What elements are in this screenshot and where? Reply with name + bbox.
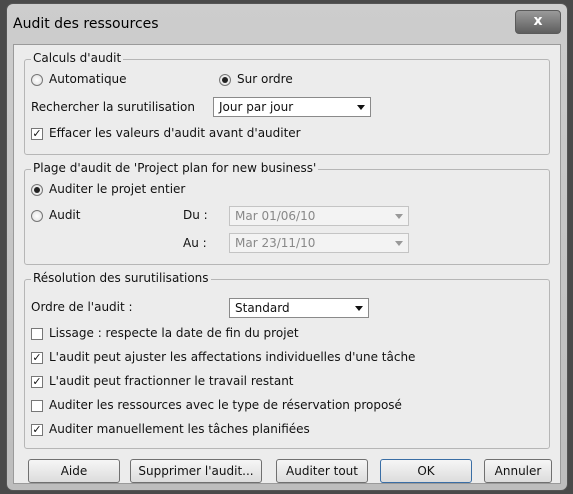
audit-dialog: Audit des ressources x Calculs d'audit A… [6,3,568,491]
radio-automatique-label: Automatique [49,72,127,86]
option-label: L'audit peut fractionner le travail rest… [49,374,294,388]
close-button[interactable]: x [515,10,561,34]
checkbox-fractionner[interactable]: ✓ [31,376,43,388]
checkbox-effacer[interactable]: ✓ [31,128,43,140]
aide-button[interactable]: Aide [28,459,120,483]
radio-projet-entier[interactable] [31,184,43,196]
chevron-down-icon [355,306,363,311]
title-bar[interactable]: Audit des ressources x [7,4,567,48]
annuler-button[interactable]: Annuler [484,459,552,483]
ordre-label: Ordre de l'audit : [31,300,133,314]
group-plage-legend: Plage d'audit de 'Project plan for new b… [31,161,319,175]
du-value: Mar 01/06/10 [235,209,316,223]
group-calculs-legend: Calculs d'audit [31,51,124,65]
radio-audit-range[interactable] [31,210,43,222]
option-label: Auditer manuellement les tâches planifié… [49,422,310,436]
checkbox-taches-manuelles[interactable]: ✓ [31,424,43,436]
du-date-picker[interactable]: Mar 01/06/10 [229,206,409,226]
du-label: Du : [183,208,208,222]
close-icon: x [533,13,543,29]
chevron-down-icon [395,214,403,219]
group-resolution: Résolution des surutilisations Ordre de … [24,271,550,449]
group-resolution-legend: Résolution des surutilisations [31,271,211,285]
rechercher-select[interactable]: Jour par jour [213,97,371,117]
ok-button[interactable]: OK [380,459,472,483]
checkbox-ajuster[interactable]: ✓ [31,352,43,364]
ordre-select[interactable]: Standard [229,298,369,318]
dialog-title: Audit des ressources [13,16,159,32]
option-label: Auditer les ressources avec le type de r… [49,398,402,412]
radio-sur-ordre-label: Sur ordre [237,72,293,86]
checkbox-effacer-label: Effacer les valeurs d'audit avant d'audi… [49,126,301,140]
radio-automatique[interactable] [31,74,43,86]
chevron-down-icon [357,105,365,110]
group-calculs: Calculs d'audit Automatique Sur ordre Re… [24,51,550,155]
au-label: Au : [183,236,207,250]
au-date-picker[interactable]: Mar 23/11/10 [229,233,409,253]
dialog-client: Calculs d'audit Automatique Sur ordre Re… [13,44,561,484]
supprimer-audit-button[interactable]: Supprimer l'audit... [130,459,262,483]
au-value: Mar 23/11/10 [235,236,316,250]
rechercher-label: Rechercher la surutilisation [31,100,195,114]
checkbox-reservation-propose[interactable] [31,400,43,412]
option-label: L'audit peut ajuster les affectations in… [49,350,416,364]
ordre-value: Standard [235,301,290,315]
radio-projet-entier-label: Auditer le projet entier [49,182,186,196]
radio-sur-ordre[interactable] [219,74,231,86]
rechercher-value: Jour par jour [219,100,294,114]
checkbox-lissage[interactable] [31,328,43,340]
auditer-tout-button[interactable]: Auditer tout [276,459,368,483]
group-plage: Plage d'audit de 'Project plan for new b… [24,161,550,265]
chevron-down-icon [395,241,403,246]
radio-audit-range-label: Audit [49,208,81,222]
option-label: Lissage : respecte la date de fin du pro… [49,326,299,340]
